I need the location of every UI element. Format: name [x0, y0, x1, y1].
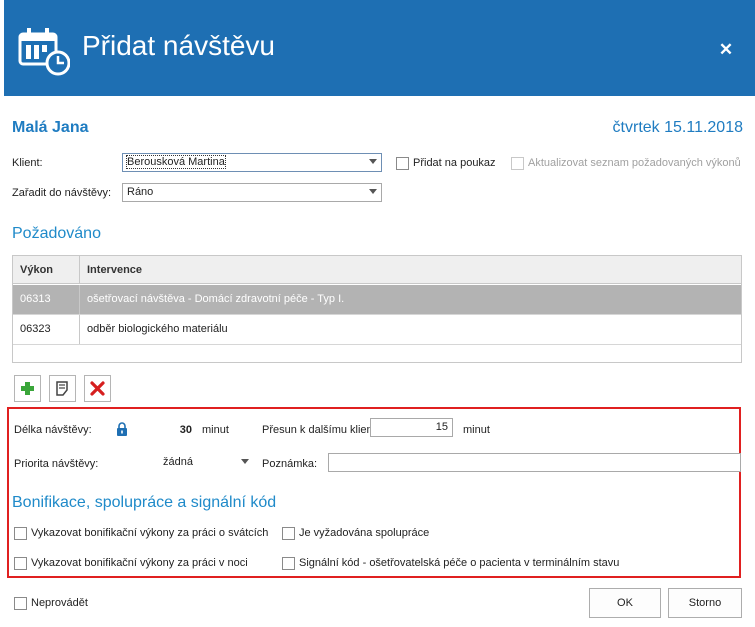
transfer-input[interactable]: 15: [370, 418, 453, 437]
transfer-unit: minut: [463, 424, 490, 436]
assign-label: Zařadit do návštěvy:: [12, 187, 112, 199]
client-select[interactable]: Berousková Martina: [122, 153, 382, 172]
night-checkbox[interactable]: [14, 557, 27, 570]
row-code: 06323: [13, 315, 80, 344]
not-performed-checkbox[interactable]: [14, 597, 27, 610]
edit-button[interactable]: [49, 375, 76, 402]
signal-code-label: Signální kód - ošetřovatelská péče o pac…: [299, 557, 620, 569]
chevron-down-icon: [241, 459, 249, 464]
cancel-button[interactable]: Storno: [668, 588, 742, 618]
lock-icon: [116, 422, 128, 436]
column-header-code[interactable]: Výkon: [13, 256, 80, 283]
duration-unit: minut: [202, 424, 229, 436]
priority-label: Priorita návštěvy:: [14, 458, 99, 470]
dialog-title: Přidat návštěvu: [82, 30, 275, 61]
add-button[interactable]: [14, 375, 41, 402]
row-code: 06313: [13, 285, 80, 314]
requested-title: Požadováno: [12, 225, 101, 242]
update-list-label: Aktualizovat seznam požadovaných výkonů: [528, 157, 741, 169]
delete-x-icon: [90, 381, 105, 396]
not-performed-label: Neprovádět: [31, 597, 88, 609]
table-row[interactable]: 06313 ošetřovací návštěva - Domácí zdrav…: [13, 285, 741, 315]
voucher-checkbox[interactable]: [396, 157, 409, 170]
duration-label: Délka návštěvy:: [14, 424, 92, 436]
holiday-checkbox[interactable]: [14, 527, 27, 540]
priority-select[interactable]: žádná: [158, 453, 254, 472]
requested-grid: Výkon Intervence 06313 ošetřovací návště…: [12, 255, 742, 363]
chevron-down-icon: [369, 189, 377, 194]
cooperation-label: Je vyžadována spolupráce: [299, 527, 430, 539]
note-input[interactable]: [328, 453, 741, 472]
table-row[interactable]: 06323 odběr biologického materiálu: [13, 315, 741, 345]
plus-icon: [21, 382, 34, 395]
note-label: Poznámka:: [262, 458, 318, 470]
holiday-label: Vykazovat bonifikační výkony za práci o …: [31, 527, 269, 539]
signal-code-checkbox[interactable]: [282, 557, 295, 570]
calendar-clock-icon: [18, 26, 71, 76]
priority-value: žádná: [163, 456, 193, 468]
column-header-intervention[interactable]: Intervence: [80, 256, 741, 283]
client-value: Berousková Martina: [126, 155, 226, 169]
row-intervention: ošetřovací návštěva - Domácí zdravotní p…: [87, 293, 345, 305]
ok-button[interactable]: OK: [589, 588, 661, 618]
client-label: Klient:: [12, 157, 43, 169]
grid-header: Výkon Intervence: [13, 256, 741, 284]
cooperation-checkbox[interactable]: [282, 527, 295, 540]
visit-date: čtvrtek 15.11.2018: [612, 119, 743, 136]
row-intervention: odběr biologického materiálu: [87, 323, 228, 335]
assign-select[interactable]: Ráno: [122, 183, 382, 202]
nurse-name: Malá Jana: [12, 119, 89, 136]
night-label: Vykazovat bonifikační výkony za práci v …: [31, 557, 248, 569]
note-icon: [56, 381, 68, 396]
voucher-label: Přidat na poukaz: [413, 157, 496, 169]
chevron-down-icon: [369, 159, 377, 164]
duration-value: 30: [179, 424, 192, 436]
update-list-checkbox[interactable]: [511, 157, 524, 170]
bonus-title: Bonifikace, spolupráce a signální kód: [12, 494, 277, 511]
close-button[interactable]: ✕: [716, 40, 736, 60]
assign-value: Ráno: [127, 186, 154, 198]
delete-button[interactable]: [84, 375, 111, 402]
